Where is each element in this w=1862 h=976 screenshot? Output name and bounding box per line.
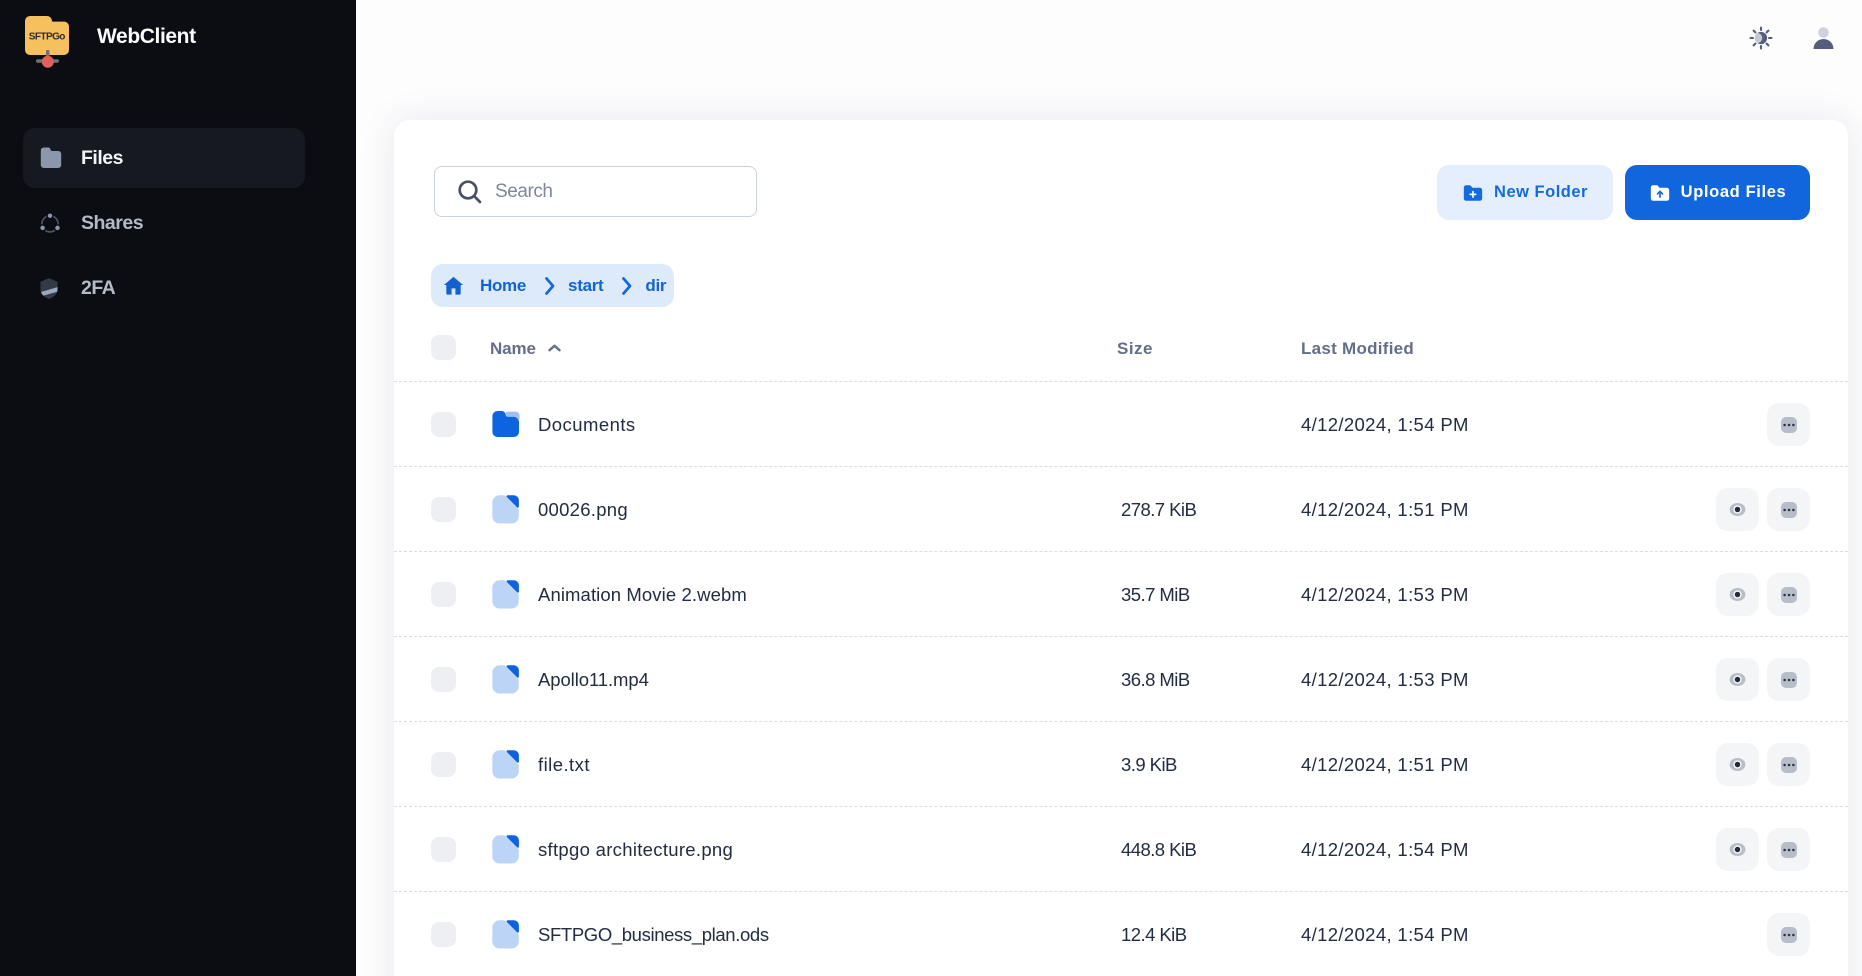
svg-text:SFTPGo: SFTPGo — [29, 31, 66, 42]
